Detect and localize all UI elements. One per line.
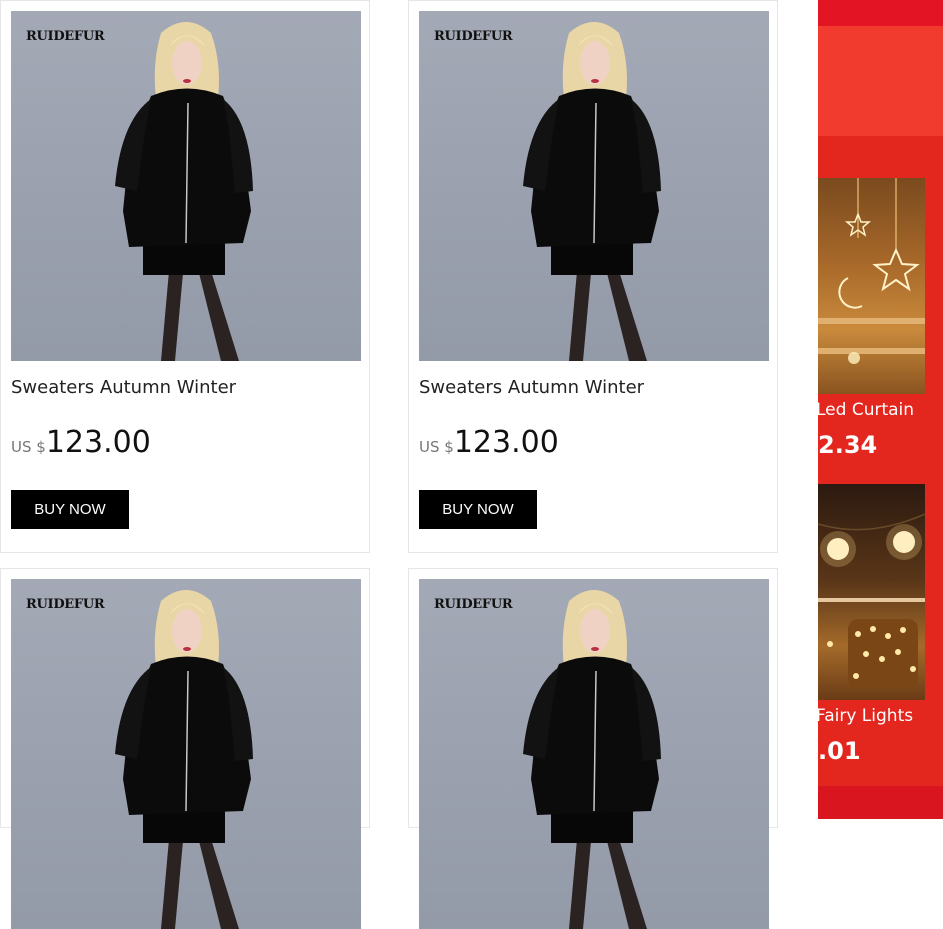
promo-item-name[interactable]: Led Curtain: [818, 400, 914, 420]
promo-item-price: 2.34: [818, 431, 878, 459]
product-image[interactable]: RUIDEFUR: [419, 11, 769, 361]
product-image[interactable]: RUIDEFUR: [419, 579, 769, 929]
product-title[interactable]: Sweaters Autumn Winter: [419, 377, 644, 398]
product-price: US $123.00: [419, 425, 559, 460]
buy-now-button[interactable]: BUY NOW: [11, 490, 129, 529]
brand-logo: RUIDEFUR: [434, 597, 513, 612]
promo-image-fairy-lights[interactable]: [818, 484, 925, 700]
product-image[interactable]: RUIDEFUR: [11, 579, 361, 929]
promo-header-band: [818, 26, 943, 136]
brand-logo: RUIDEFUR: [26, 597, 105, 612]
promo-image-curtain-lights[interactable]: [818, 178, 925, 394]
product-price: US $123.00: [11, 425, 151, 460]
price-amount: 123.00: [453, 425, 559, 460]
promo-item-price: .01: [818, 737, 861, 765]
promo-header-strip: [818, 0, 943, 26]
product-title[interactable]: Sweaters Autumn Winter: [11, 377, 236, 398]
price-currency: US $: [11, 438, 46, 456]
promo-item-name[interactable]: Fairy Lights: [818, 706, 913, 726]
price-currency: US $: [419, 438, 454, 456]
product-card[interactable]: RUIDEFUR Sweaters Autumn Winter US $123.…: [0, 0, 370, 553]
product-image[interactable]: RUIDEFUR: [11, 11, 361, 361]
brand-logo: RUIDEFUR: [26, 29, 105, 44]
promo-footer-strip: [818, 786, 943, 819]
product-card[interactable]: RUIDEFUR: [0, 568, 370, 929]
brand-logo: RUIDEFUR: [434, 29, 513, 44]
product-card[interactable]: RUIDEFUR Sweaters Autumn Winter US $123.…: [408, 0, 778, 553]
promo-banner[interactable]: Led Curtain 2.34 Fairy Lights .01: [818, 0, 943, 819]
buy-now-button[interactable]: BUY NOW: [419, 490, 537, 529]
price-amount: 123.00: [45, 425, 151, 460]
product-card[interactable]: RUIDEFUR: [408, 568, 778, 929]
